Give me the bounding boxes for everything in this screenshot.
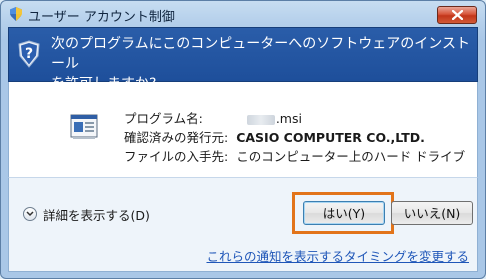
program-info-panel: プログラム名: .msi 確認済みの発行元: CASIO COMPUTER CO… bbox=[8, 82, 478, 177]
close-icon bbox=[452, 10, 463, 20]
yes-button[interactable]: はい(Y) bbox=[303, 201, 385, 225]
question-banner: ? 次のプログラムにこのコンピューターへのソフトウェアのインストール を許可しま… bbox=[8, 27, 478, 92]
close-button[interactable] bbox=[437, 6, 477, 24]
show-details-toggle[interactable]: 詳細を表示する(D) bbox=[23, 204, 150, 224]
source-value: このコンピューター上のハード ドライブ bbox=[236, 149, 466, 164]
question-shield-icon: ? bbox=[18, 40, 40, 68]
chevron-down-icon bbox=[23, 207, 37, 221]
publisher-value: CASIO COMPUTER CO.,LTD. bbox=[236, 130, 425, 145]
installer-program-icon bbox=[70, 114, 98, 139]
publisher-label: 確認済みの発行元: bbox=[124, 130, 229, 145]
no-button[interactable]: いいえ(N) bbox=[391, 201, 473, 225]
notification-settings-link[interactable]: これらの通知を表示するタイミングを変更する bbox=[206, 246, 469, 265]
source-label: ファイルの入手先: bbox=[124, 149, 229, 164]
source-row: ファイルの入手先: このコンピューター上のハード ドライブ bbox=[124, 146, 465, 165]
publisher-row: 確認済みの発行元: CASIO COMPUTER CO.,LTD. bbox=[124, 127, 425, 146]
window-title: ユーザー アカウント制御 bbox=[28, 10, 175, 25]
dialog-footer: 詳細を表示する(D) はい(Y) いいえ(N) これらの通知を表示するタイミング… bbox=[8, 177, 478, 272]
show-details-label: 詳細を表示する(D) bbox=[43, 207, 150, 223]
svg-text:?: ? bbox=[25, 46, 33, 62]
uac-dialog: ユーザー アカウント制御 ? 次のプログラムにこのコンピューターへのソフトウェア… bbox=[0, 0, 486, 279]
program-name-label: プログラム名: bbox=[124, 111, 203, 126]
uac-shield-icon bbox=[10, 7, 22, 21]
program-name-row: プログラム名: .msi bbox=[124, 108, 302, 127]
program-name-value: .msi bbox=[246, 111, 302, 126]
title-bar[interactable]: ユーザー アカウント制御 bbox=[1, 1, 485, 27]
redacted-filename bbox=[246, 114, 275, 125]
